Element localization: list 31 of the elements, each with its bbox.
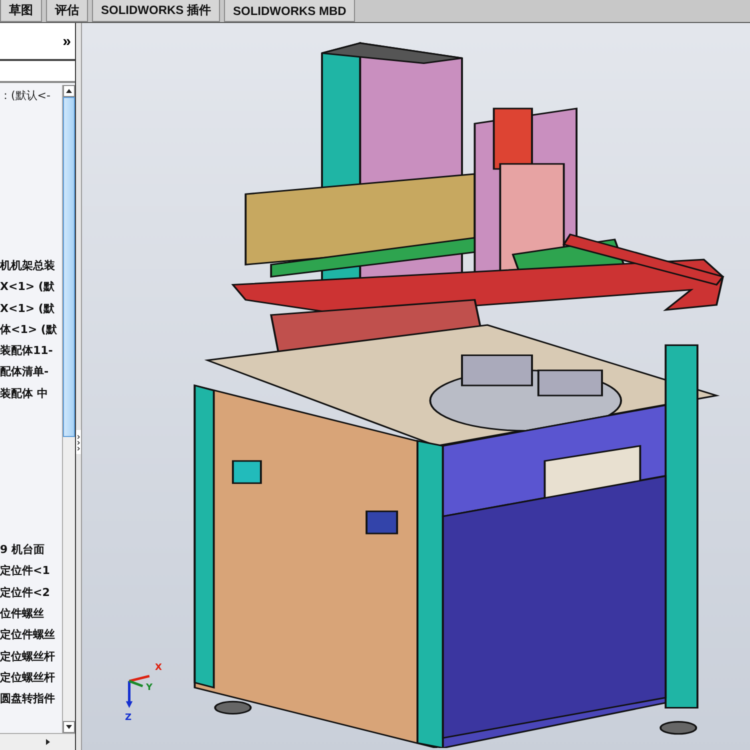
configuration-label: ：(默认<- xyxy=(0,88,50,102)
command-tab[interactable]: SOLIDWORKS 插件 xyxy=(92,0,220,22)
z-axis-label: Z xyxy=(125,713,132,723)
y-axis-label: Y xyxy=(146,683,153,693)
tree-item[interactable]: 定位螺丝杆 xyxy=(0,666,62,688)
tree-item[interactable]: 配体清单- xyxy=(0,361,62,383)
command-tab[interactable]: 评估 xyxy=(46,0,88,22)
filter-field[interactable] xyxy=(0,61,75,83)
tree-item[interactable]: X<1> (默 xyxy=(0,298,62,319)
tree-item[interactable]: 装配体11- xyxy=(0,340,62,362)
tree-item[interactable]: 位件螺丝 xyxy=(0,602,62,624)
command-tab[interactable]: SOLIDWORKS MBD xyxy=(224,0,356,22)
scroll-up-icon[interactable] xyxy=(63,85,75,97)
tree-item[interactable]: 定位螺丝杆 xyxy=(0,646,62,667)
tree-item[interactable]: 圆盘转指件 xyxy=(0,688,62,710)
scroll-thumb[interactable] xyxy=(63,97,75,437)
x-axis-label: X xyxy=(155,663,162,673)
tree-item[interactable]: 定位件螺丝 xyxy=(0,624,62,646)
tree-item[interactable]: 定位件<1 xyxy=(0,560,62,582)
tree-item[interactable]: 体<1> (默 xyxy=(0,318,62,340)
splitter-grip-icon[interactable] xyxy=(76,430,81,454)
tree-item[interactable]: 9 机台面 xyxy=(0,539,62,560)
horizontal-scrollbar[interactable] xyxy=(0,733,75,750)
expand-button[interactable]: » xyxy=(58,32,75,50)
tree-item[interactable]: 装配体 中 xyxy=(0,382,62,404)
tree-item[interactable]: 定位件<2 xyxy=(0,582,62,603)
scroll-down-icon[interactable] xyxy=(63,721,75,733)
tree-item[interactable]: X<1> (默 xyxy=(0,276,62,298)
tree-item[interactable]: 机机架总装 xyxy=(0,255,62,276)
vertical-scrollbar[interactable] xyxy=(62,85,75,733)
command-tab[interactable]: 草图 xyxy=(0,0,42,22)
